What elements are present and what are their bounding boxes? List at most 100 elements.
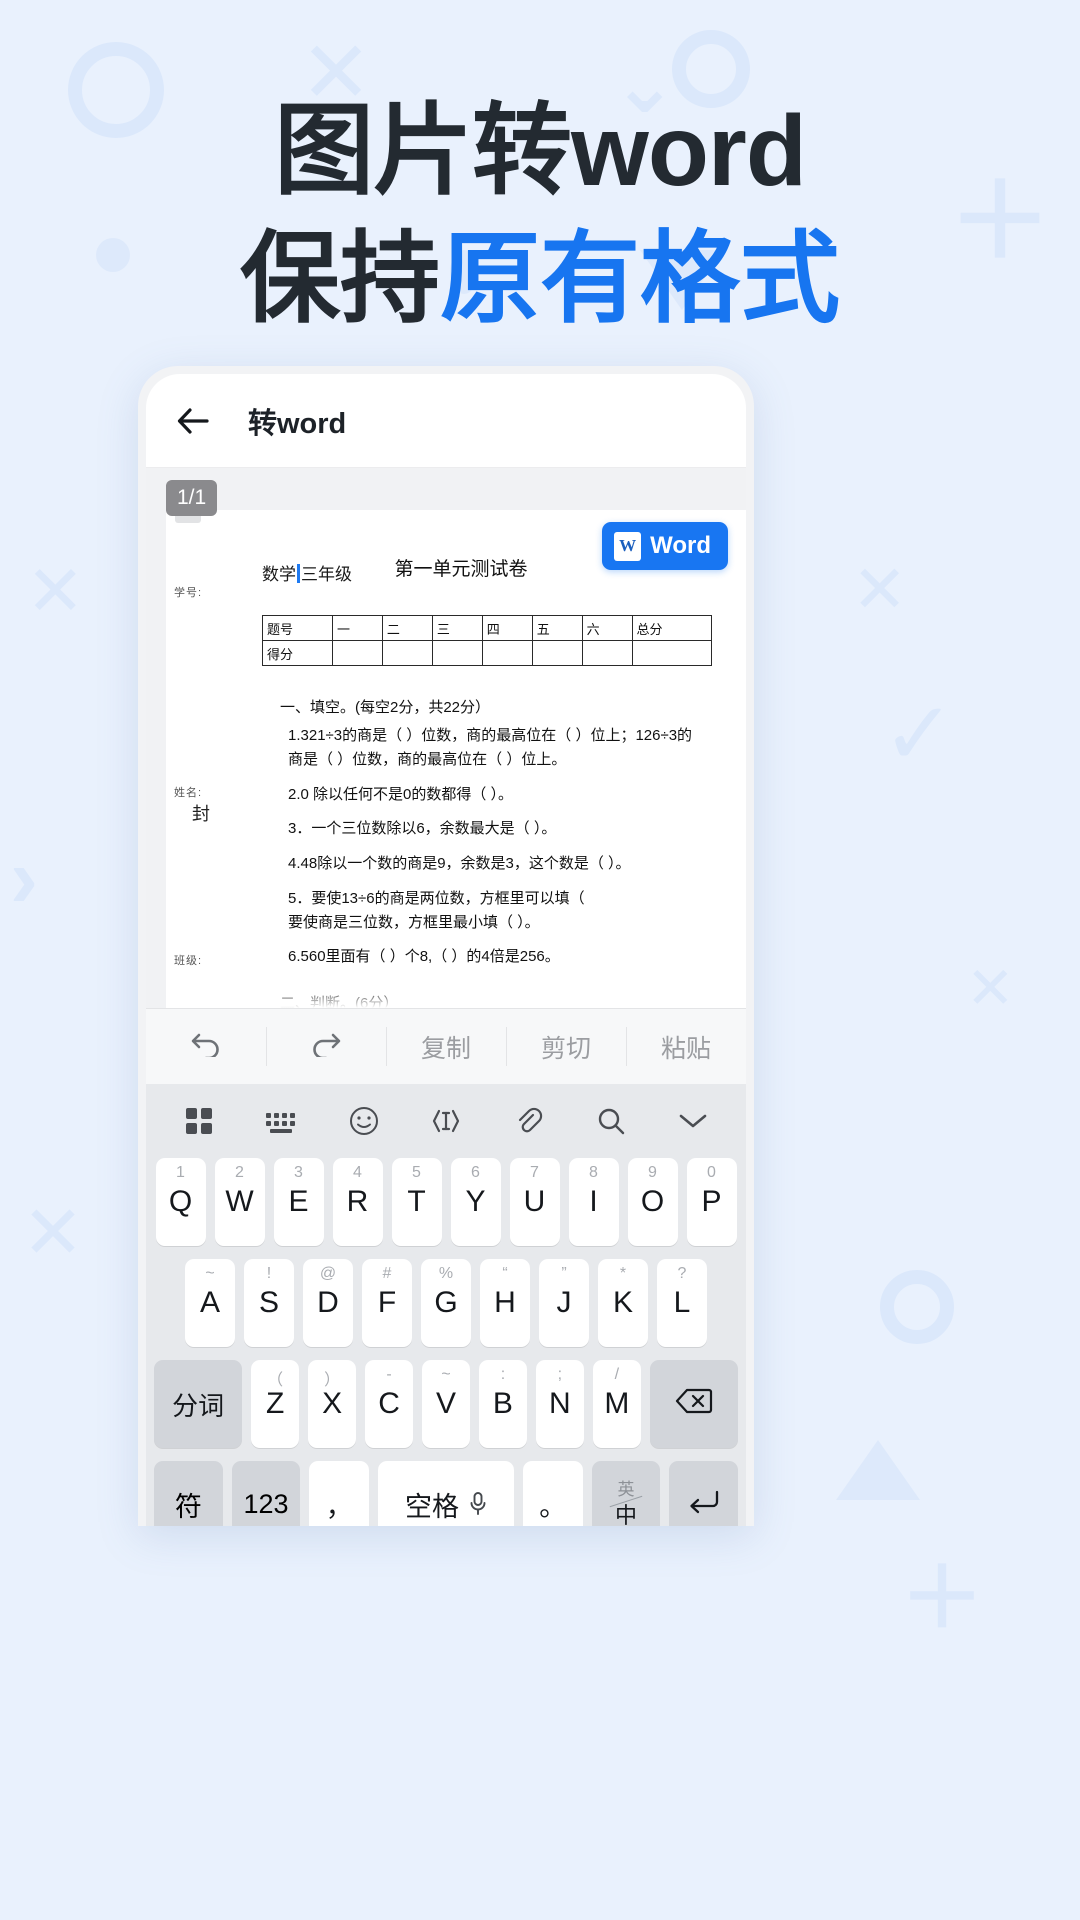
key-superscript: ） <box>324 1372 341 1389</box>
table-cell: 总分 <box>631 615 713 641</box>
table-cell: 题号 <box>262 615 333 641</box>
search-icon[interactable] <box>588 1098 634 1144</box>
undo-button[interactable] <box>146 1009 266 1084</box>
question-text: 3．一个三位数除以6，余数最大是（ ）。 <box>288 820 557 838</box>
key-label: N <box>549 1387 571 1420</box>
emoji-icon[interactable] <box>341 1098 387 1144</box>
key-z[interactable]: （Z <box>251 1360 300 1448</box>
key-a[interactable]: ~ A <box>185 1259 235 1347</box>
key-superscript: - <box>386 1366 392 1383</box>
key-superscript: 6 <box>471 1164 480 1181</box>
key-label: R <box>346 1185 369 1218</box>
redo-button[interactable] <box>266 1009 386 1084</box>
text-edit-icon[interactable] <box>423 1098 469 1144</box>
table-cell: 四 <box>481 615 533 641</box>
grid-icon[interactable] <box>176 1098 222 1144</box>
key-label: 123 <box>243 1488 289 1519</box>
comma-key[interactable]: ， <box>309 1461 370 1526</box>
hero-headline: 图片转word 保持原有格式 <box>0 92 1080 338</box>
key-superscript: @ <box>319 1265 337 1282</box>
keyboard-row-2: ~ A ! S @ D # F % G “H ” J * K ? L <box>146 1259 746 1347</box>
table-cell <box>332 640 383 666</box>
key-label: H <box>494 1286 516 1319</box>
key-r[interactable]: 4R <box>332 1158 383 1246</box>
key-i[interactable]: 8I <box>568 1158 619 1246</box>
paste-button[interactable]: 粘贴 <box>626 1009 746 1084</box>
undo-icon <box>189 1029 223 1064</box>
headline-line-2-accent: 原有格式 <box>440 223 840 335</box>
key-p[interactable]: 0P <box>686 1158 737 1246</box>
chevron-down-icon[interactable] <box>670 1098 716 1144</box>
keypad-icon[interactable] <box>258 1098 304 1144</box>
page-title: 转word <box>248 407 347 440</box>
side-label-class: 班级: <box>174 955 203 967</box>
key-m[interactable]: / M <box>592 1360 641 1448</box>
key-q[interactable]: 1Q <box>155 1158 206 1246</box>
key-superscript: 7 <box>530 1164 539 1181</box>
enter-key[interactable] <box>669 1461 738 1526</box>
key-label: W <box>225 1185 254 1218</box>
key-label: K <box>612 1286 633 1319</box>
deco-ring <box>880 1270 954 1344</box>
clip-icon[interactable] <box>505 1098 551 1144</box>
back-icon[interactable] <box>170 398 216 444</box>
key-label: Z <box>266 1387 285 1420</box>
keyboard-row-1: 1Q 2W 3E 4R 5T 6Y 7U 8I 9O 0P <box>146 1158 746 1246</box>
key-label: E <box>288 1185 309 1218</box>
space-key[interactable]: 空格 <box>378 1461 514 1526</box>
key-v[interactable]: ~ V <box>422 1360 470 1448</box>
key-label: M <box>604 1387 630 1420</box>
table-cell: 三 <box>431 615 483 641</box>
key-label: I <box>589 1185 598 1218</box>
key-f[interactable]: # F <box>362 1259 412 1347</box>
period-key[interactable]: 。 <box>522 1461 583 1526</box>
key-superscript: （ <box>267 1372 284 1389</box>
table-row: 得分 <box>262 640 713 666</box>
export-word-label: Word <box>650 532 711 559</box>
document-body: 学号: 姓名: 封 班级: 第一单元测试卷 数学 三年级 题号 一 二 三 四 … <box>166 532 746 1008</box>
keyboard-row-3: 分词 （Z ） X -C ~ V :B ; N / M <box>146 1360 746 1448</box>
question-text: 2.0 除以任何不是0的数都得（ ）。 <box>288 785 514 803</box>
key-h[interactable]: “H <box>480 1259 530 1347</box>
key-o[interactable]: 9O <box>627 1158 678 1246</box>
segmentation-key[interactable]: 分词 <box>154 1360 243 1448</box>
key-d[interactable]: @ D <box>303 1259 353 1347</box>
key-superscript: % <box>438 1265 454 1282</box>
table-cell <box>431 640 483 666</box>
key-n[interactable]: ; N <box>535 1360 584 1448</box>
document-sheet[interactable]: W Word 学号: 姓名: 封 班级: 第一单元测试卷 数学 三年级 题号 一… <box>166 510 746 1008</box>
numeric-key[interactable]: 123 <box>231 1461 301 1526</box>
key-superscript: ! <box>266 1265 272 1282</box>
keyboard-row-4: 符 123 ， 空格 。 英 中 <box>146 1461 746 1526</box>
key-s[interactable]: ! S <box>244 1259 294 1347</box>
key-k[interactable]: * K <box>598 1259 648 1347</box>
key-label: L <box>673 1286 691 1319</box>
key-l[interactable]: ? L <box>657 1259 707 1347</box>
side-label-id: 学号: <box>174 587 203 599</box>
language-zh-label: 中 <box>614 1502 637 1526</box>
key-u[interactable]: 7U <box>509 1158 560 1246</box>
key-t[interactable]: 5T <box>391 1158 442 1246</box>
edit-toolbar: 复制 剪切 粘贴 <box>146 1008 746 1084</box>
deco-plus: ＋ <box>900 1551 985 1645</box>
key-label: 符 <box>174 1491 202 1522</box>
key-label: Q <box>168 1185 193 1218</box>
key-label: U <box>523 1185 546 1218</box>
key-j[interactable]: ” J <box>539 1259 589 1347</box>
key-e[interactable]: 3E <box>273 1158 324 1246</box>
language-toggle-key[interactable]: 英 中 <box>591 1461 661 1526</box>
table-cell <box>581 640 633 666</box>
cut-button[interactable]: 剪切 <box>506 1009 626 1084</box>
key-g[interactable]: % G <box>421 1259 471 1347</box>
export-word-button[interactable]: W Word <box>602 522 728 570</box>
key-y[interactable]: 6Y <box>450 1158 501 1246</box>
copy-button[interactable]: 复制 <box>386 1009 506 1084</box>
key-c[interactable]: -C <box>365 1360 414 1448</box>
key-x[interactable]: ） X <box>308 1360 357 1448</box>
key-b[interactable]: :B <box>478 1360 527 1448</box>
key-superscript: 5 <box>412 1164 421 1181</box>
symbol-key[interactable]: 符 <box>154 1461 223 1526</box>
key-w[interactable]: 2W <box>214 1158 265 1246</box>
headline-line-1: 图片转word <box>274 95 807 207</box>
backspace-key[interactable] <box>649 1360 738 1448</box>
